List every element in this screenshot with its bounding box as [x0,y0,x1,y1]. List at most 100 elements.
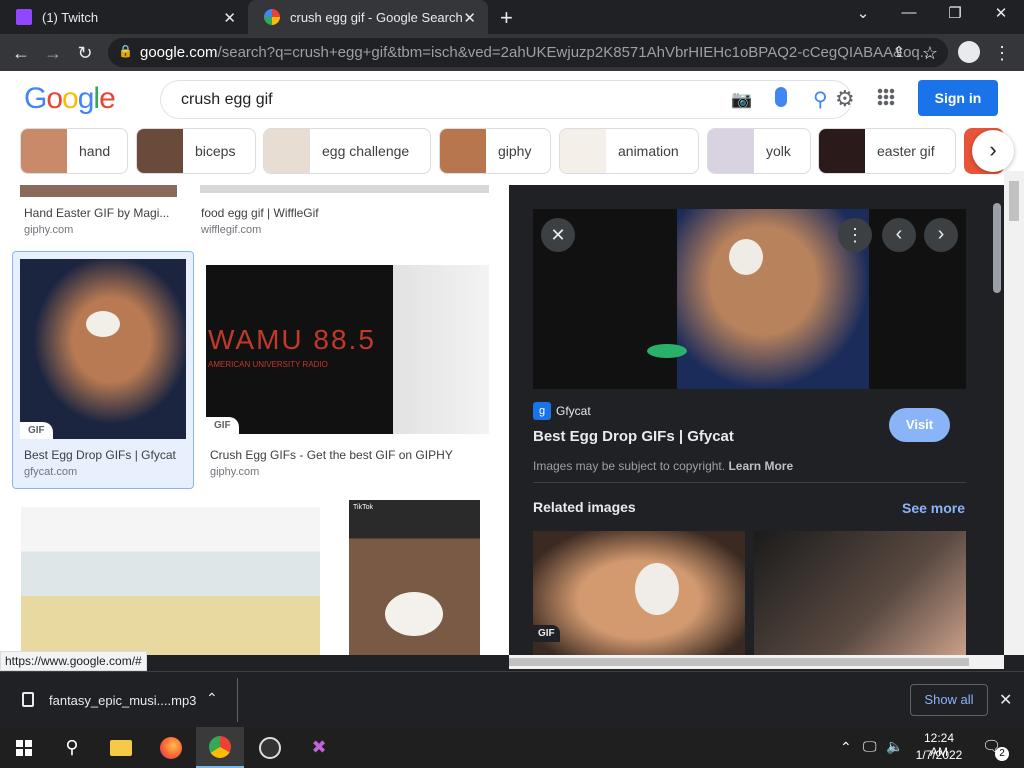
chevron-up-icon[interactable]: ⌃ [840,739,852,756]
share-icon[interactable]: ⇪ [886,40,912,66]
chip-giphy[interactable]: giphy [439,128,551,174]
divider [237,678,238,722]
chip-yolk[interactable]: yolk [707,128,811,174]
chip-easter-gif[interactable]: easter gif [818,128,956,174]
forward-arrow-icon[interactable]: → [40,40,66,66]
network-icon[interactable]: 🖵 [863,738,877,755]
google-logo[interactable]: Google [24,82,116,116]
visit-button[interactable]: Visit [889,408,950,442]
chip-label: biceps [195,143,236,159]
chevron-right-icon[interactable]: › [972,130,1014,172]
scrollbar-thumb[interactable] [993,203,1001,293]
chrome-icon[interactable] [196,727,244,768]
more-options-icon[interactable]: ⋮ [838,218,872,252]
result-thumbnail-bowl[interactable] [21,507,320,655]
chip-hand[interactable]: hand [20,128,128,174]
result-source[interactable]: giphy.com [210,466,259,478]
chip-label: egg challenge [322,143,410,159]
tab-search-button[interactable]: ⌄ [840,4,886,22]
notification-count: 2 [995,747,1009,761]
egg-shape [86,311,120,337]
result-title[interactable]: Crush Egg GIFs - Get the best GIF on GIP… [210,448,453,462]
profile-avatar[interactable] [958,41,980,63]
apps-grid-icon[interactable] [877,88,895,106]
chevron-right-icon[interactable]: › [924,218,958,252]
tiktok-label: TikTok [353,504,373,511]
close-tab-icon[interactable]: ✕ [223,9,236,27]
close-tab-icon[interactable]: ✕ [463,9,476,27]
maximize-button[interactable]: ❐ [932,4,978,22]
back-arrow-icon[interactable]: ← [8,40,34,66]
related-image[interactable]: GIF [533,531,745,655]
panel-scrollbar[interactable] [990,185,1004,655]
app-icon[interactable]: ✖ [295,727,343,768]
learn-more-link[interactable]: Learn More [728,459,793,473]
chip-label: giphy [498,143,532,159]
scrollbar-thumb[interactable] [509,658,969,666]
result-title[interactable]: Hand Easter GIF by Magi... [24,206,169,220]
result-thumbnail-tiktok[interactable]: TikTok [349,500,480,655]
close-window-button[interactable]: ✕ [978,4,1024,22]
source-name[interactable]: Gfycat [556,404,591,418]
chip-biceps[interactable]: biceps [136,128,256,174]
search-box[interactable]: crush egg gif 📷 ⚲ [160,80,852,119]
reload-icon[interactable]: ↻ [72,40,98,66]
windows-start-icon[interactable] [0,727,48,768]
bookmark-star-icon[interactable]: ☆ [917,40,943,66]
related-image[interactable] [754,531,966,655]
file-explorer-icon[interactable] [97,727,145,768]
address-bar[interactable]: 🔒 google.com/search?q=crush+egg+gif&tbm=… [108,38,948,67]
egg-shape [635,563,679,615]
preview-image-frame: ✕ ⋮ ‹ › [533,209,966,389]
close-icon[interactable]: ✕ [999,690,1012,710]
firefox-icon[interactable] [147,727,195,768]
tab-twitch[interactable]: (1) Twitch ✕ [0,0,248,34]
result-source[interactable]: wifflegif.com [201,224,261,236]
result-thumbnail-hand[interactable] [393,265,489,434]
obs-icon[interactable] [246,727,294,768]
microphone-icon[interactable] [775,87,787,107]
tab-google-search[interactable]: crush egg gif - Google Search ✕ [248,0,488,34]
menu-dots-icon[interactable]: ⋮ [989,40,1015,66]
page-scrollbar[interactable] [1004,171,1024,655]
scrollbar-thumb[interactable] [1009,181,1019,221]
result-thumbnail[interactable] [200,185,489,193]
gif-badge: GIF [20,422,53,439]
preview-title[interactable]: Best Egg Drop GIFs | Gfycat [533,428,734,445]
browser-toolbar: ← → ↻ 🔒 google.com/search?q=crush+egg+gi… [0,34,1024,71]
volume-muted-icon[interactable]: 🔈 [886,738,903,755]
result-title[interactable]: Best Egg Drop GIFs | Gfycat [24,448,176,462]
chip-animation[interactable]: animation [559,128,699,174]
search-input[interactable]: crush egg gif [181,91,273,109]
result-source[interactable]: giphy.com [24,224,73,236]
chip-thumbnail [264,129,310,173]
show-all-button[interactable]: Show all [910,684,988,716]
result-title[interactable]: food egg gif | WiffleGif [201,206,319,220]
clock-date[interactable]: 1/7/2022 [914,748,964,762]
horizontal-scrollbar[interactable] [509,655,1004,669]
chevron-up-icon[interactable]: ⌃ [206,690,218,707]
result-thumbnail[interactable] [20,185,177,197]
camera-icon[interactable]: 📷 [731,90,752,110]
gif-badge: GIF [533,625,560,642]
chip-label: hand [79,143,111,159]
logo-letter: o [62,82,79,115]
settings-gear-icon[interactable]: ⚙ [835,86,855,112]
sign-in-button[interactable]: Sign in [918,80,998,116]
close-icon[interactable]: ✕ [541,218,575,252]
chevron-left-icon[interactable]: ‹ [882,218,916,252]
chip-thumbnail [819,129,865,173]
url-path: /search?q=crush+egg+gif&tbm=isch&ved=2ah… [217,44,933,61]
download-filename[interactable]: fantasy_epic_musi....mp3 [49,693,196,708]
result-thumbnail[interactable]: GIF [20,259,186,439]
minimize-button[interactable]: — [886,4,932,21]
see-more-link[interactable]: See more [902,500,965,516]
chip-egg-challenge[interactable]: egg challenge [263,128,431,174]
result-source[interactable]: gfycat.com [24,466,77,478]
tab-label: (1) Twitch [42,9,99,25]
search-icon[interactable]: ⚲ [813,87,828,112]
chip-thumbnail [21,129,67,173]
result-thumbnail[interactable]: WAMU 88.5 AMERICAN UNIVERSITY RADIO GIF [206,265,393,434]
new-tab-button[interactable]: + [500,5,513,31]
search-icon[interactable]: ⚲ [48,727,96,768]
